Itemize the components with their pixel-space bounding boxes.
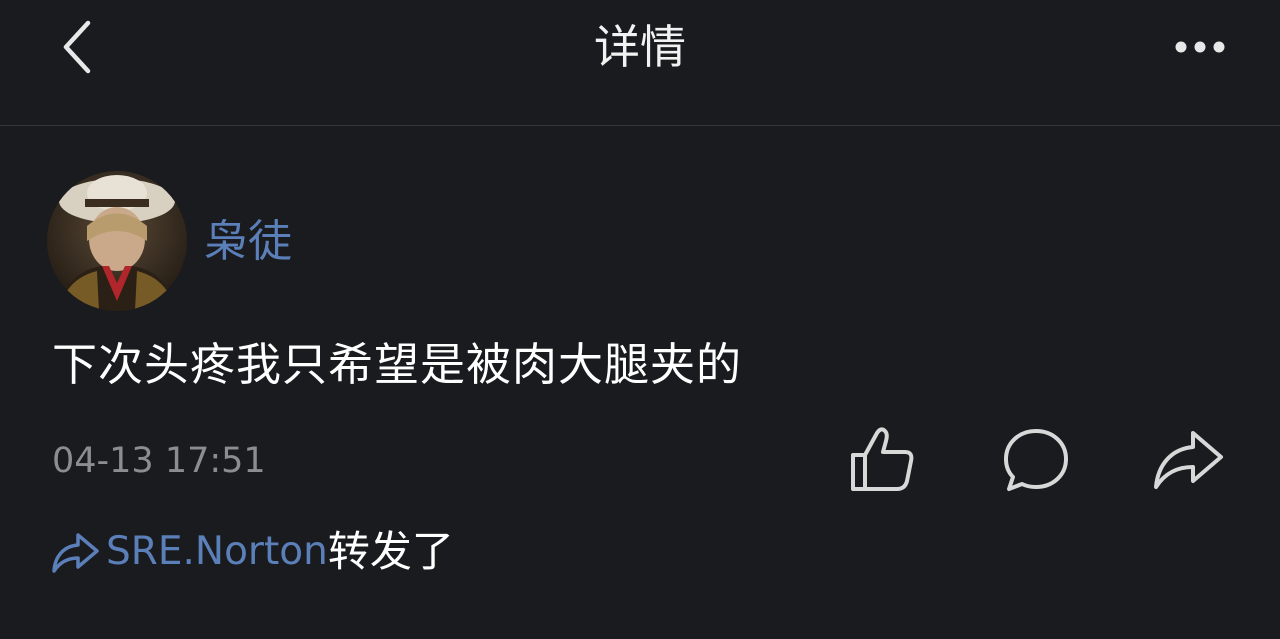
- share-icon: [1154, 431, 1223, 489]
- post-content: 下次头疼我只希望是被肉大腿夹的: [52, 338, 743, 391]
- post-detail-screen: 详情 枭徒 下次头疼我只希望是被肉大腿夹的 04-13 17:51 SRE.No…: [0, 0, 1280, 639]
- like-icon: [851, 427, 914, 491]
- repost-share-icon: [50, 530, 102, 574]
- chevron-left-icon: [63, 20, 91, 74]
- page-title: 详情: [594, 20, 686, 74]
- back-button[interactable]: [50, 14, 106, 80]
- comment-button[interactable]: [998, 422, 1074, 498]
- like-button[interactable]: [844, 422, 920, 498]
- share-button[interactable]: [1150, 422, 1226, 498]
- repost-user-link[interactable]: SRE.Norton: [106, 522, 328, 582]
- avatar[interactable]: [47, 171, 187, 311]
- author-name[interactable]: 枭徒: [204, 212, 292, 272]
- comment-icon: [1004, 429, 1068, 491]
- post-timestamp: 04-13 17:51: [52, 441, 266, 481]
- repost-info: SRE.Norton 转发了: [50, 522, 454, 582]
- avatar-image: [57, 175, 177, 311]
- repost-label: 转发了: [327, 527, 454, 576]
- more-horizontal-icon: [1175, 41, 1225, 53]
- top-bar: 详情: [0, 0, 1280, 126]
- more-button[interactable]: [1166, 30, 1234, 64]
